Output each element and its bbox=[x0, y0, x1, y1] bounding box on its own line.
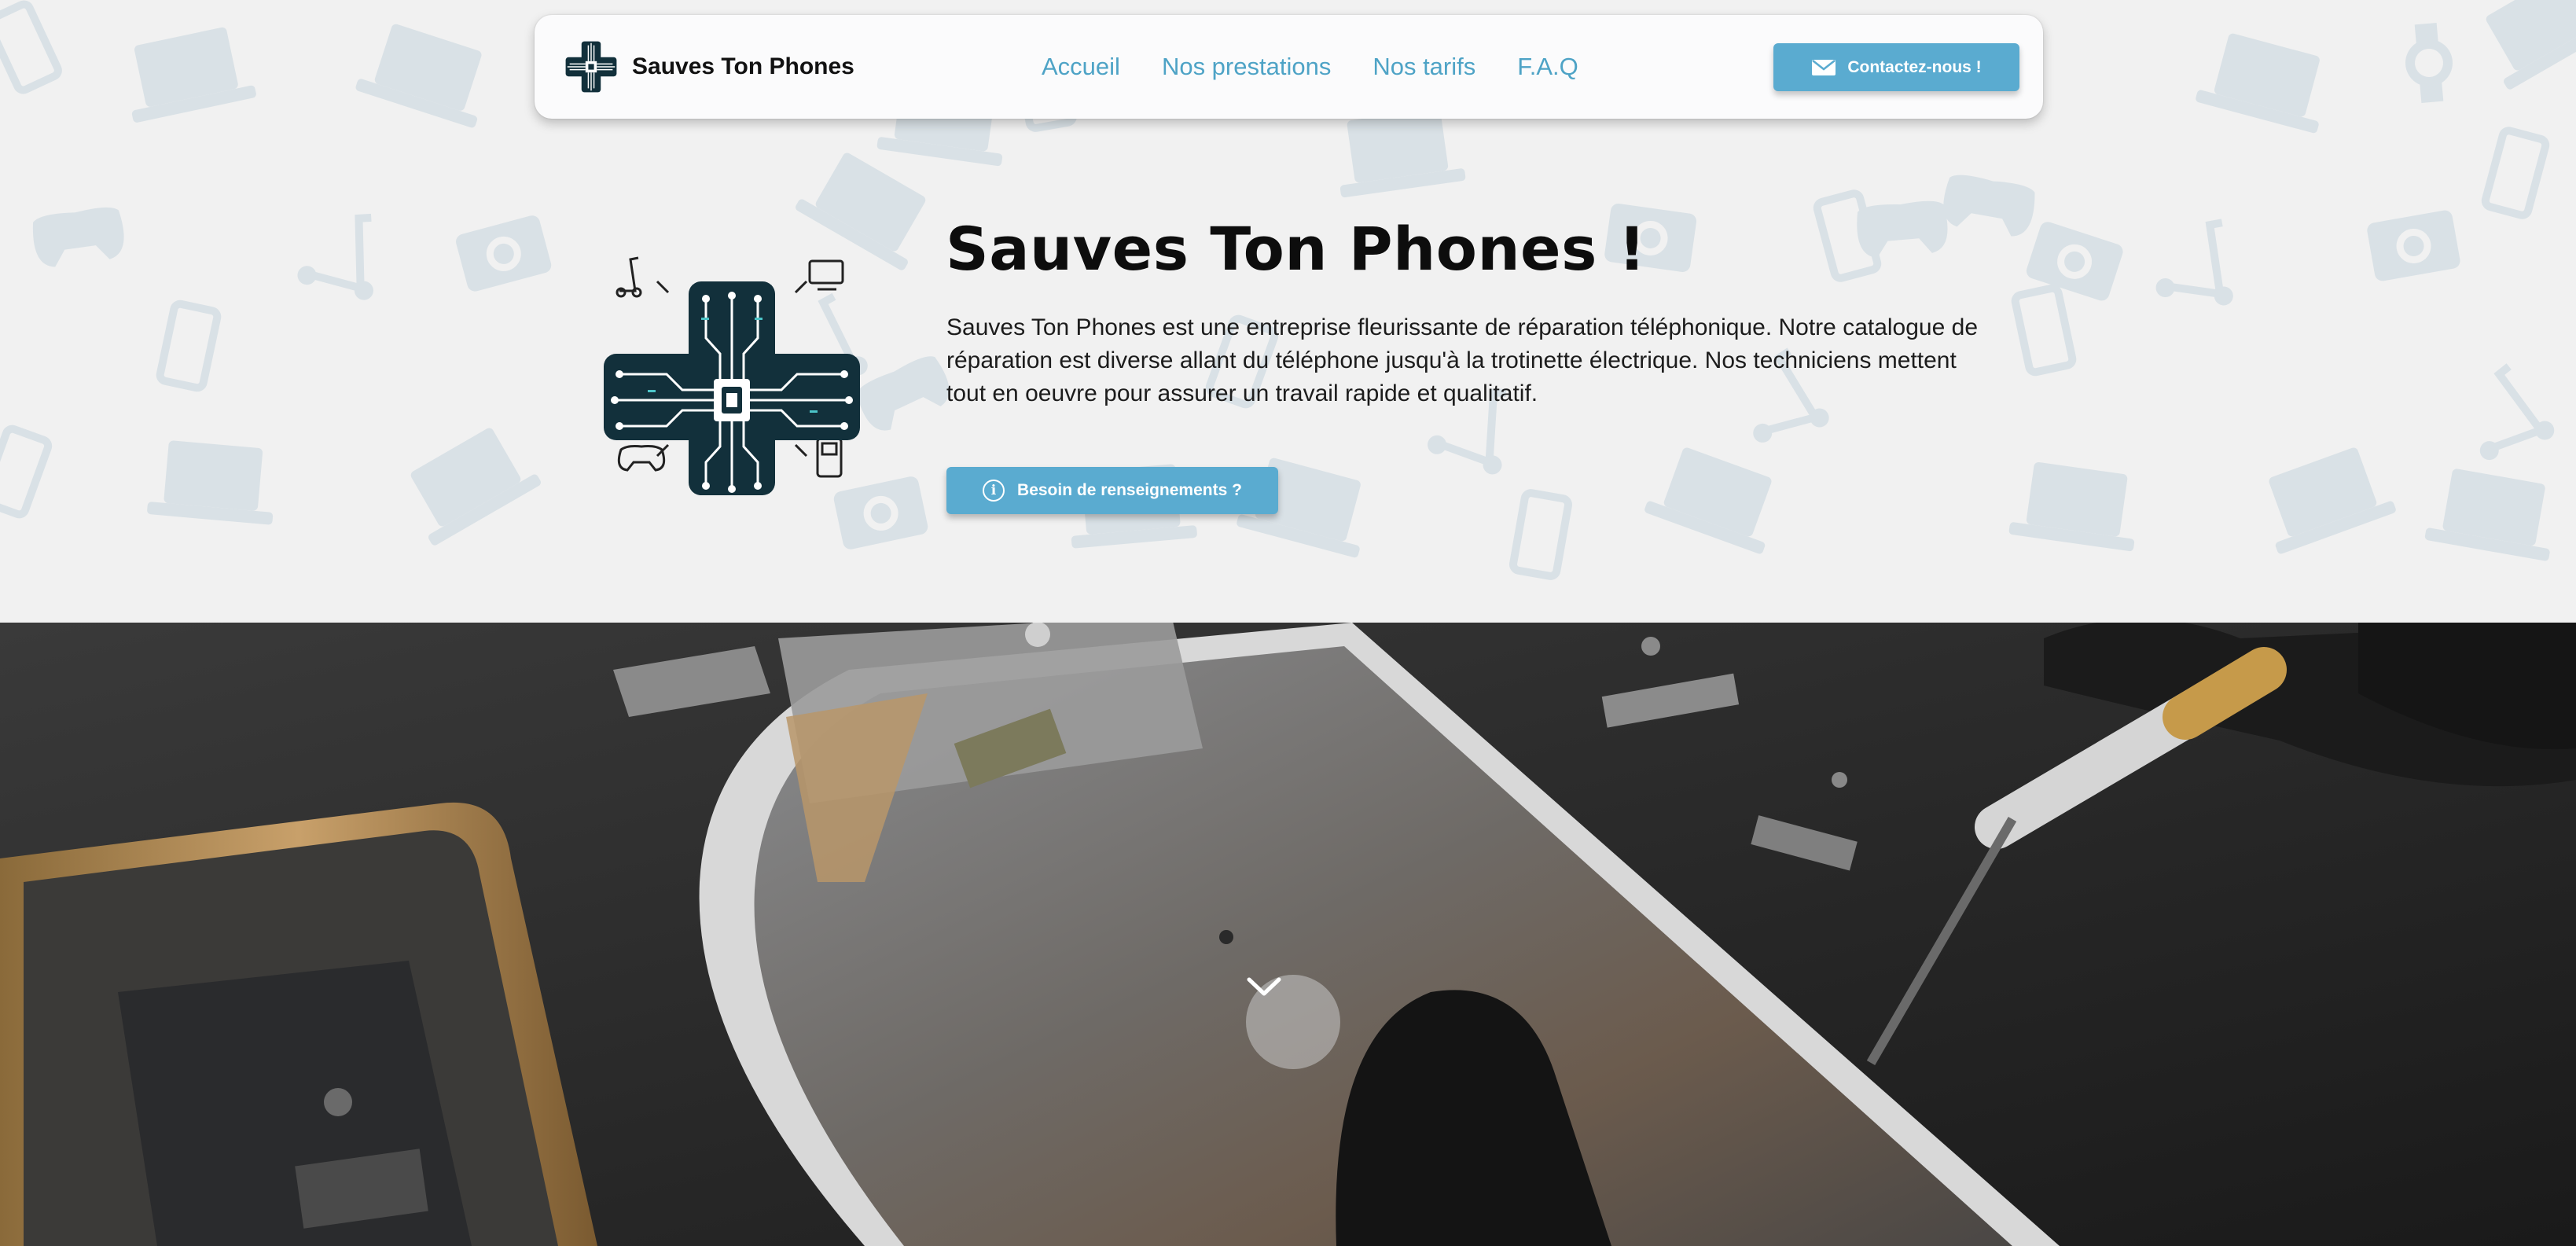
nav-link-prestations[interactable]: Nos prestations bbox=[1162, 53, 1331, 81]
nav-link-faq[interactable]: F.A.Q bbox=[1517, 53, 1578, 81]
contact-button[interactable]: Contactez-nous ! bbox=[1773, 43, 2019, 91]
hero-logo-icon bbox=[604, 256, 860, 495]
repair-photo bbox=[0, 623, 2576, 1246]
scroll-down-button[interactable] bbox=[1246, 975, 1340, 1069]
hero-description: Sauves Ton Phones est une entreprise fle… bbox=[946, 314, 1979, 406]
hero-title: Sauves Ton Phones ! bbox=[946, 214, 1646, 284]
brand-logo-icon bbox=[565, 41, 617, 93]
nav-link-tarifs[interactable]: Nos tarifs bbox=[1373, 53, 1475, 81]
info-button[interactable]: i Besoin de renseignements ? bbox=[946, 467, 1278, 514]
nav-link-accueil[interactable]: Accueil bbox=[1042, 53, 1120, 81]
navbar: Sauves Ton Phones Accueil Nos prestation… bbox=[535, 15, 2043, 119]
brand-name: Sauves Ton Phones bbox=[632, 53, 854, 79]
brand[interactable]: Sauves Ton Phones bbox=[563, 39, 854, 95]
info-icon: i bbox=[983, 480, 1005, 502]
envelope-icon bbox=[1812, 59, 1836, 75]
chevron-down-icon bbox=[1247, 977, 1281, 996]
nav-links: Accueil Nos prestations Nos tarifs F.A.Q bbox=[1042, 15, 1620, 119]
hero-section: Sauves Ton Phones Accueil Nos prestation… bbox=[0, 0, 2576, 623]
repair-photo-image bbox=[0, 623, 2576, 1246]
contact-button-label: Contactez-nous ! bbox=[1847, 57, 1982, 76]
info-button-label: Besoin de renseignements ? bbox=[1017, 481, 1242, 499]
